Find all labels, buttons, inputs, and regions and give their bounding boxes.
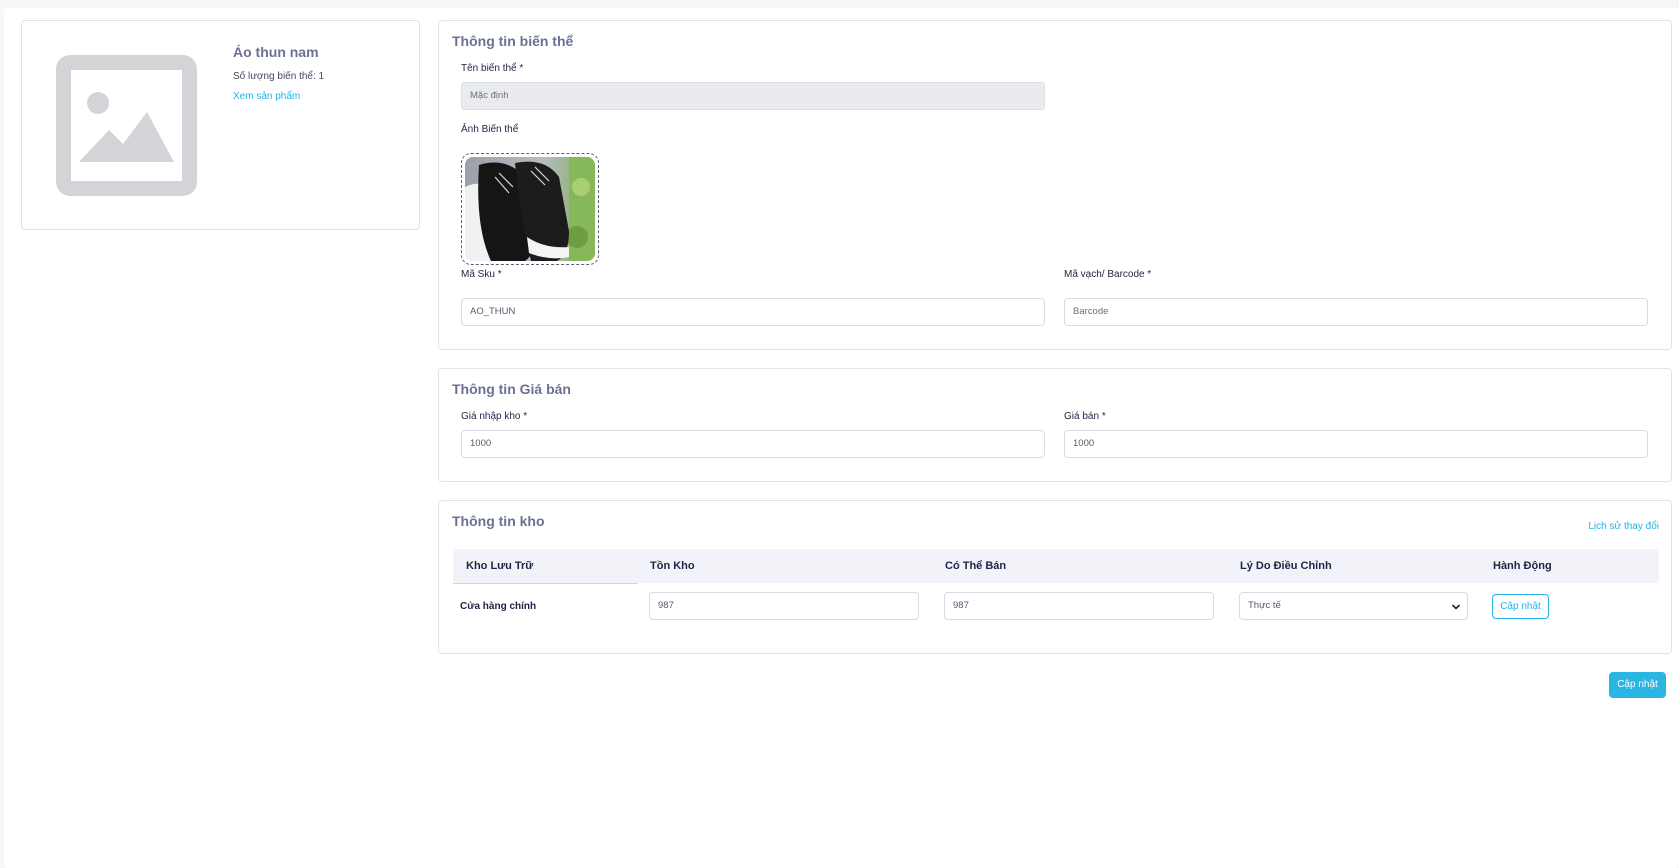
barcode-label: Mã vạch/ Barcode * [1064, 269, 1151, 280]
sale-price-label-text: Giá bán [1064, 411, 1100, 422]
view-product-link[interactable]: Xem sản phẩm [233, 91, 300, 102]
sku-label: Mã Sku * [461, 269, 502, 280]
required-mark: * [497, 269, 502, 280]
on-hand-input[interactable]: 987 [649, 592, 919, 620]
sku-input[interactable]: AO_THUN [461, 298, 1045, 326]
row-update-button[interactable]: Cập nhật [1492, 594, 1549, 619]
change-history-link[interactable]: Lịch sử thay đổi [1588, 521, 1659, 532]
import-price-label-text: Giá nhập kho [461, 411, 521, 422]
import-price-input[interactable]: 1000 [461, 430, 1045, 458]
sku-label-text: Mã Sku [461, 269, 495, 280]
column-header-on-hand: Tồn Kho [650, 560, 695, 572]
stock-section-title: Thông tin kho [452, 513, 545, 529]
warehouse-name: Cửa hàng chính [460, 601, 537, 612]
reason-select[interactable]: Thực tế [1239, 592, 1468, 620]
variant-image-label: Ảnh Biến thể [461, 124, 519, 135]
update-button[interactable]: Cập nhật [1609, 672, 1666, 698]
required-mark: * [1147, 269, 1152, 280]
required-mark: * [1101, 411, 1106, 422]
stock-table-header: Kho Lưu Trữ Tồn Kho Có Thể Bán Lý Do Điề… [453, 549, 1659, 584]
image-placeholder-icon [56, 55, 197, 196]
column-header-reason: Lý Do Điều Chỉnh [1240, 560, 1332, 572]
required-mark: * [519, 63, 524, 74]
sale-price-label: Giá bán * [1064, 411, 1106, 422]
column-header-available: Có Thể Bán [945, 560, 1007, 572]
variant-name-label-text: Tên biến thể [461, 63, 517, 74]
barcode-label-text: Mã vạch/ Barcode [1064, 269, 1145, 280]
variant-count: Số lượng biến thể: 1 [233, 71, 325, 82]
available-input[interactable]: 987 [944, 592, 1214, 620]
barcode-input[interactable]: Barcode [1064, 298, 1648, 326]
chevron-down-icon [1451, 604, 1461, 610]
variant-name-field[interactable]: Mặc định [461, 82, 1045, 110]
variant-shoe-image [465, 157, 595, 261]
variant-section-title: Thông tin biến thể [452, 33, 574, 49]
required-mark: * [523, 411, 528, 422]
sale-price-input[interactable]: 1000 [1064, 430, 1648, 458]
variant-info-card: Thông tin biến thể Tên biến thể * Mặc đị… [438, 20, 1672, 350]
product-summary-card: Áo thun nam Số lượng biến thể: 1 Xem sản… [21, 20, 420, 230]
price-info-card: Thông tin Giá bán Giá nhập kho * 1000 Gi… [438, 368, 1672, 482]
variant-image-upload[interactable] [461, 153, 599, 265]
stock-info-card: Thông tin kho Lịch sử thay đổi Kho Lưu T… [438, 500, 1672, 654]
column-header-action: Hành Động [1493, 560, 1552, 572]
variant-name-label: Tên biến thể * [461, 63, 523, 74]
product-name: Áo thun nam [233, 44, 319, 60]
reason-select-value: Thực tế [1248, 600, 1281, 611]
column-header-warehouse: Kho Lưu Trữ [466, 560, 534, 572]
price-section-title: Thông tin Giá bán [452, 381, 571, 397]
import-price-label: Giá nhập kho * [461, 411, 527, 422]
